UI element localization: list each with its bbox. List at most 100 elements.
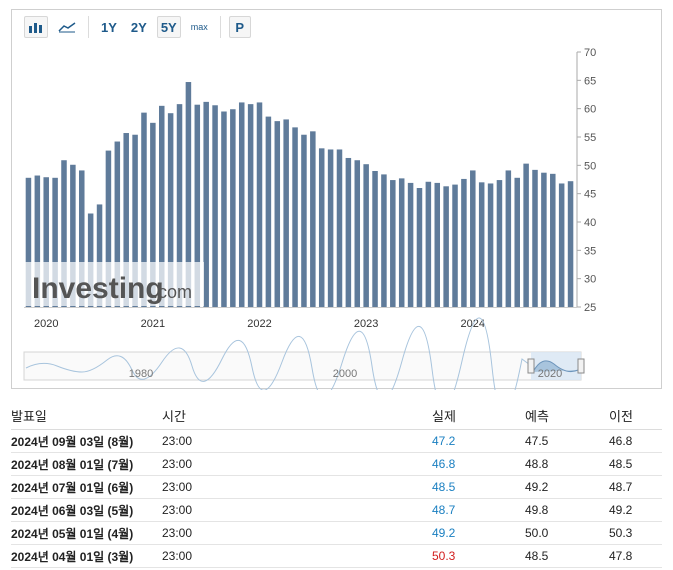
bar [354,160,361,307]
bar [434,182,441,307]
y-tick-label: 50 [584,160,596,172]
bar [283,119,289,308]
cell-forecast: 49.2 [525,475,609,499]
cell-forecast: 48.8 [525,452,609,476]
x-tick-label: 2022 [247,318,271,330]
cell-time: 23:00 [162,452,432,476]
cell-previous: 46.8 [609,429,662,453]
bar [452,184,458,307]
navigator-label-2020: 2020 [538,368,562,380]
bar [301,134,307,307]
table-row: 2024년 05월 01일 (4월) 23:00 49.2 50.0 50.3 [11,521,662,545]
header-previous: 이전 [609,402,662,430]
y-tick-label: 55 [584,132,596,144]
header-forecast: 예측 [525,402,609,430]
y-tick-label: 65 [584,75,596,87]
bar [292,127,298,308]
bar [514,177,520,307]
cell-previous: 49.2 [609,498,662,522]
watermark-suffix: .com [153,282,192,302]
cell-actual: 50.3 [432,544,525,568]
bar [318,148,325,307]
bar [505,170,512,307]
range-navigator[interactable]: 1980 2000 2020 [23,317,585,390]
bar [247,104,254,307]
bar [238,102,245,308]
cell-time: 23:00 [162,521,432,545]
cell-actual: 47.2 [432,429,525,453]
bar [487,183,494,307]
y-tick-label: 25 [584,302,596,314]
table-row: 2024년 08월 01일 (7월) 23:00 46.8 48.8 48.5 [11,452,662,476]
bar [461,178,467,307]
bar [496,180,503,307]
y-tick-label: 35 [584,245,596,257]
bar [327,149,334,307]
navigator-label-2000: 2000 [333,368,357,380]
bar [265,116,272,307]
header-actual: 실제 [432,402,525,430]
bar [443,186,449,307]
table-row: 2024년 06월 03일 (5월) 23:00 48.7 49.8 49.2 [11,498,662,522]
bar [470,170,476,307]
cell-forecast: 50.0 [525,521,609,545]
bar [336,149,343,307]
bar [523,163,529,307]
cell-actual: 48.5 [432,475,525,499]
bar-chart: 25 30 35 40 45 50 55 60 65 70 2020 2021 2022 2023 202… [23,47,596,390]
bar [221,111,227,307]
bar [212,105,218,308]
bar [363,164,369,307]
header-date: 발표일 [11,402,162,430]
cell-forecast: 49.8 [525,498,609,522]
cell-date: 2024년 06월 03일 (5월) [11,498,162,522]
table-row: 2024년 04월 01일 (3월) 23:00 50.3 48.5 47.8 [11,544,662,568]
x-tick-label: 2021 [141,318,165,330]
cell-previous: 48.5 [609,452,662,476]
bar [532,169,538,307]
table-header-row: 발표일 시간 실제 예측 이전 [11,402,662,430]
bar [256,102,263,308]
y-tick-label: 60 [584,104,596,116]
bar [541,172,547,307]
bar [203,101,209,308]
table-row: 2024년 07월 01일 (6월) 23:00 48.5 49.2 48.7 [11,475,662,499]
watermark: Investing .com [24,262,204,306]
bar [381,174,387,307]
cell-time: 23:00 [162,498,432,522]
header-time: 시간 [162,402,432,430]
cell-actual: 49.2 [432,521,525,545]
cell-previous: 50.3 [609,521,662,545]
y-tick-label: 45 [584,189,596,201]
cell-time: 23:00 [162,544,432,568]
table-row: 2024년 09월 03일 (8월) 23:00 47.2 47.5 46.8 [11,429,662,453]
cell-time: 23:00 [162,475,432,499]
bar [407,182,414,307]
bar [567,181,574,307]
navigator-right-handle[interactable] [577,358,585,374]
y-axis: 25 30 35 40 45 50 55 60 65 70 [576,47,596,314]
cell-actual: 46.8 [432,452,525,476]
bar [390,180,396,307]
cell-previous: 48.7 [609,475,662,499]
cell-date: 2024년 04월 01일 (3월) [11,544,162,568]
watermark-text: Investing [32,272,164,305]
y-tick-label: 70 [584,47,596,59]
y-tick-label: 30 [584,274,596,286]
cell-date: 2024년 07월 01일 (6월) [11,475,162,499]
events-table: 발표일 시간 실제 예측 이전 2024년 09월 03일 (8월) 23:00 4… [11,402,662,568]
cell-previous: 47.8 [609,544,662,568]
cell-forecast: 48.5 [525,544,609,568]
bar [550,173,556,307]
bar [274,121,281,307]
x-axis: 2020 2021 2022 2023 2024 [24,307,577,330]
x-tick-label: 2020 [34,318,58,330]
y-tick-label: 40 [584,217,596,229]
bar [345,157,352,307]
x-tick-label: 2023 [354,318,378,330]
cell-date: 2024년 09월 03일 (8월) [11,429,162,453]
bar [416,188,423,307]
navigator-left-handle[interactable] [527,358,535,374]
bar [230,109,236,307]
chart-container: 1Y 2Y 5Y max P 25 30 35 40 45 50 55 60 65 70 2020… [11,9,662,390]
